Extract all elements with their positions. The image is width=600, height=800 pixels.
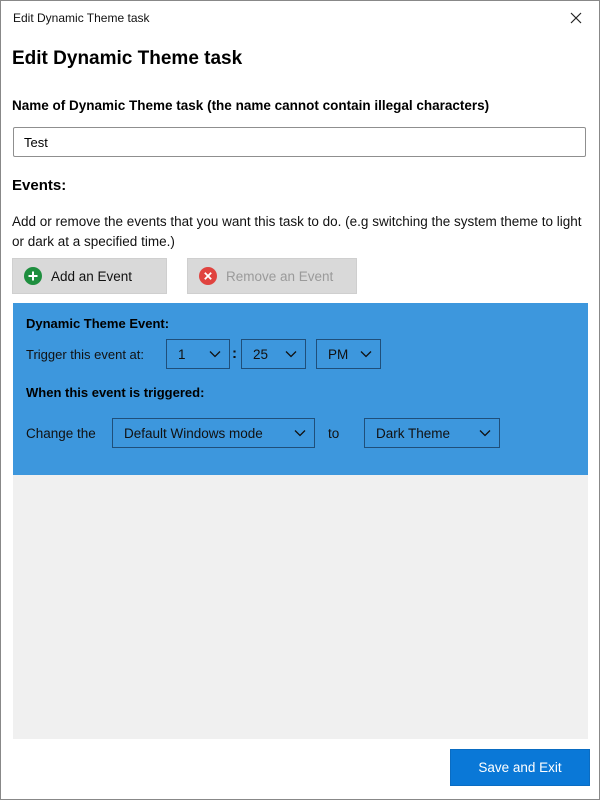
chevron-down-icon <box>360 351 372 358</box>
target-dropdown[interactable]: Default Windows mode <box>112 418 315 448</box>
target-value: Default Windows mode <box>124 425 263 441</box>
add-event-button[interactable]: Add an Event <box>12 258 167 294</box>
minute-dropdown[interactable]: 25 <box>241 339 306 369</box>
change-label: Change the <box>26 426 96 441</box>
add-event-label: Add an Event <box>51 268 133 284</box>
plus-circle-icon <box>24 267 42 285</box>
period-dropdown[interactable]: PM <box>316 339 381 369</box>
remove-event-button[interactable]: Remove an Event <box>187 258 357 294</box>
x-circle-icon <box>199 267 217 285</box>
task-name-label: Name of Dynamic Theme task (the name can… <box>12 98 490 113</box>
chevron-down-icon <box>479 430 491 437</box>
when-triggered-label: When this event is triggered: <box>26 385 205 400</box>
trigger-label: Trigger this event at: <box>26 347 145 362</box>
hour-value: 1 <box>178 346 186 362</box>
event-card[interactable]: Dynamic Theme Event: Trigger this event … <box>13 303 588 475</box>
chevron-down-icon <box>285 351 297 358</box>
events-list-panel: Dynamic Theme Event: Trigger this event … <box>13 303 588 739</box>
hour-dropdown[interactable]: 1 <box>166 339 230 369</box>
period-value: PM <box>328 346 349 362</box>
theme-value: Dark Theme <box>376 425 451 441</box>
page-title: Edit Dynamic Theme task <box>12 48 243 69</box>
events-description: Add or remove the events that you want t… <box>12 214 582 249</box>
to-label: to <box>328 426 340 441</box>
chevron-down-icon <box>294 430 306 437</box>
events-label: Events: <box>12 177 67 194</box>
theme-dropdown[interactable]: Dark Theme <box>364 418 500 448</box>
close-icon <box>570 12 582 24</box>
event-title: Dynamic Theme Event: <box>26 316 170 331</box>
title-bar: Edit Dynamic Theme task <box>1 1 599 35</box>
time-separator: : <box>232 345 237 362</box>
save-and-exit-button[interactable]: Save and Exit <box>450 749 590 786</box>
remove-event-label: Remove an Event <box>226 268 334 284</box>
window-title: Edit Dynamic Theme task <box>13 11 150 25</box>
chevron-down-icon <box>209 351 221 358</box>
minute-value: 25 <box>253 346 269 362</box>
close-button[interactable] <box>563 5 589 31</box>
task-name-input[interactable] <box>13 127 586 157</box>
dialog-window: Edit Dynamic Theme task Edit Dynamic The… <box>0 0 600 800</box>
